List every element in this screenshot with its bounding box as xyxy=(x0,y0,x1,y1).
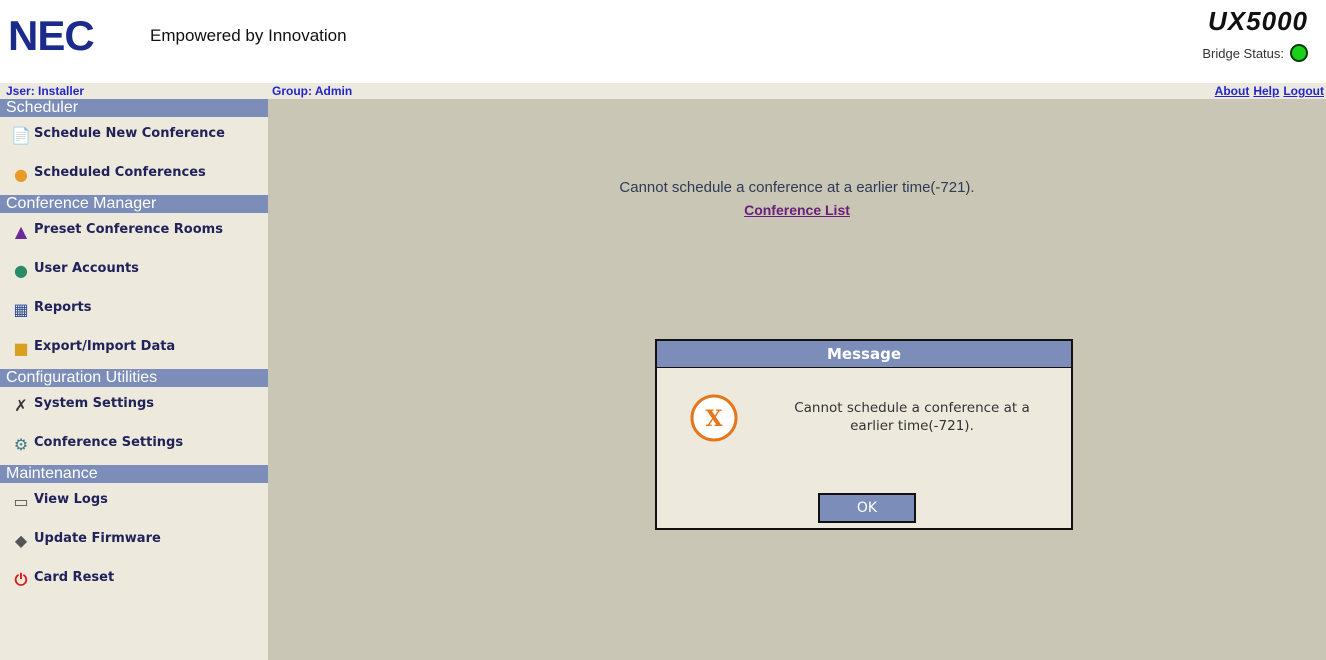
logs-icon: ▭ xyxy=(13,492,29,511)
nav-label: Reports xyxy=(34,300,92,315)
bridge-status-indicator-icon xyxy=(1290,44,1308,62)
group-label: Group: Admin xyxy=(272,84,353,98)
top-links: About Help Logout xyxy=(1215,84,1324,98)
dialog-message: Cannot schedule a conference at a earlie… xyxy=(757,399,1067,435)
nav-export-import-data[interactable]: ■ Export/Import Data xyxy=(0,330,268,369)
nav-scheduled-conferences[interactable]: ● Scheduled Conferences xyxy=(0,156,268,195)
nav-card-reset[interactable]: ⏻ Card Reset xyxy=(0,561,268,600)
user-bar: Jser: Installer Group: Admin About Help … xyxy=(0,83,1326,99)
nav-label: Export/Import Data xyxy=(34,339,176,354)
nav-label: Preset Conference Rooms xyxy=(34,222,223,237)
section-maintenance: Maintenance xyxy=(0,465,268,483)
nec-logo: NEC xyxy=(8,12,95,59)
header: NEC Empowered by Innovation UX5000 Bridg… xyxy=(0,0,1326,83)
nav-user-accounts[interactable]: ● User Accounts xyxy=(0,252,268,291)
nav-label: User Accounts xyxy=(34,261,139,276)
dialog-title: Message xyxy=(657,341,1071,368)
nav-reports[interactable]: ▦ Reports xyxy=(0,291,268,330)
nav-view-logs[interactable]: ▭ View Logs xyxy=(0,483,268,522)
nav-preset-conference-rooms[interactable]: ▲ Preset Conference Rooms xyxy=(0,213,268,252)
power-icon: ⏻ xyxy=(14,570,28,589)
dialog-message-line1: Cannot schedule a conference at a xyxy=(794,400,1030,416)
user-label: Jser: Installer xyxy=(6,84,85,98)
help-link[interactable]: Help xyxy=(1253,84,1279,98)
tools-icon: ✗ xyxy=(14,396,28,415)
rooms-icon: ▲ xyxy=(14,222,28,241)
section-conference-manager: Conference Manager xyxy=(0,195,268,213)
sidebar: Scheduler 📄 Schedule New Conference ● Sc… xyxy=(0,99,268,660)
nav-label: System Settings xyxy=(34,396,155,411)
users-icon: ● xyxy=(14,261,28,280)
nav-label: Update Firmware xyxy=(34,531,161,546)
settings-icon: ⚙ xyxy=(13,435,29,454)
message-dialog: Message X Cannot schedule a conference a… xyxy=(655,339,1073,530)
calendar-icon: ▦ xyxy=(13,300,29,319)
section-scheduler: Scheduler xyxy=(0,99,268,117)
people-icon: ● xyxy=(14,165,28,184)
nav-system-settings[interactable]: ✗ System Settings xyxy=(0,387,268,426)
nav-label: Schedule New Conference xyxy=(34,126,225,141)
conference-list-link[interactable]: Conference List xyxy=(744,202,850,218)
nav-label: Conference Settings xyxy=(34,435,184,450)
error-icon-glyph: X xyxy=(705,406,723,432)
bridge-status-label: Bridge Status: xyxy=(1202,45,1284,61)
nav-label: Scheduled Conferences xyxy=(34,165,206,180)
tagline: Empowered by Innovation xyxy=(150,26,347,45)
logout-link[interactable]: Logout xyxy=(1283,84,1324,98)
nav-label: View Logs xyxy=(34,492,108,507)
firmware-icon: ◆ xyxy=(14,531,28,550)
ok-button[interactable]: OK xyxy=(818,493,916,523)
nav-label: Card Reset xyxy=(34,570,115,585)
section-configuration-utilities: Configuration Utilities xyxy=(0,369,268,387)
nav-update-firmware[interactable]: ◆ Update Firmware xyxy=(0,522,268,561)
export-icon: ■ xyxy=(13,339,29,358)
bridge-status: Bridge Status: xyxy=(1202,44,1308,62)
nav-schedule-new-conference[interactable]: 📄 Schedule New Conference xyxy=(0,117,268,156)
error-icon: X xyxy=(689,393,739,443)
conference-list-link-container: Conference List xyxy=(268,202,1326,218)
schedule-icon: 📄 xyxy=(11,126,31,145)
error-message: Cannot schedule a conference at a earlie… xyxy=(619,179,975,196)
nav-conference-settings[interactable]: ⚙ Conference Settings xyxy=(0,426,268,465)
dialog-message-line2: earlier time(-721). xyxy=(850,418,974,434)
product-name: UX5000 xyxy=(1208,6,1308,36)
about-link[interactable]: About xyxy=(1215,84,1250,98)
